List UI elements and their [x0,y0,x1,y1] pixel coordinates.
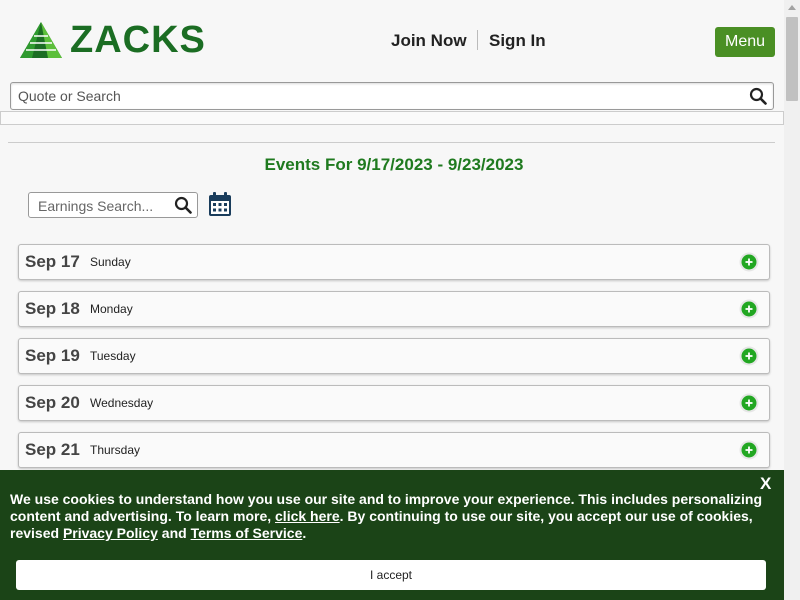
cookie-message: We use cookies to understand how you use… [10,491,770,542]
earnings-search-icon[interactable] [174,196,192,214]
quote-search-input[interactable]: Quote or Search [10,82,774,110]
day-date: Sep 21 [25,440,80,459]
logo-text: ZACKS [70,19,206,61]
site-header: ZACKS Join Now Sign In Menu [0,0,784,80]
sign-in-link[interactable]: Sign In [489,31,546,51]
search-placeholder: Quote or Search [18,88,121,104]
expand-plus-icon[interactable] [739,252,759,272]
day-date: Sep 18 [25,299,80,318]
day-date: Sep 20 [25,393,80,412]
terms-of-service-link[interactable]: Terms of Service [191,525,303,541]
expand-plus-icon[interactable] [739,346,759,366]
day-date: Sep 17 [25,252,80,271]
expand-plus-icon[interactable] [739,393,759,413]
ad-strip [0,111,784,125]
scrollbar-thumb[interactable] [786,17,798,101]
expand-plus-icon[interactable] [739,440,759,460]
menu-button[interactable]: Menu [715,27,775,57]
cookie-text-part: . [302,525,307,541]
accept-cookies-button[interactable]: I accept [16,560,766,590]
scroll-up-arrow-icon[interactable] [787,4,797,12]
events-title: Events For 9/17/2023 - 9/23/2023 [264,155,524,174]
day-weekday: Tuesday [90,349,136,363]
nav-divider [477,30,478,50]
zacks-logo[interactable]: ZACKS [18,20,206,60]
day-weekday: Monday [90,302,133,316]
day-weekday: Sunday [90,255,131,269]
earnings-search-placeholder: Earnings Search... [38,198,154,214]
day-row-sep-20[interactable]: Sep 20 Wednesday [18,385,770,421]
day-weekday: Thursday [90,443,141,457]
earnings-search-input[interactable]: Earnings Search... [28,192,198,218]
cookie-text-part: and [157,525,191,541]
day-row-sep-21[interactable]: Sep 21 Thursday [18,432,770,468]
calendar-icon[interactable] [208,191,232,217]
day-row-sep-19[interactable]: Sep 19 Tuesday [18,338,770,374]
privacy-policy-link[interactable]: Privacy Policy [63,525,158,541]
day-row-sep-18[interactable]: Sep 18 Monday [18,291,770,327]
section-divider [8,142,775,143]
join-now-link[interactable]: Join Now [391,31,467,51]
day-row-sep-17[interactable]: Sep 17 Sunday [18,244,770,280]
day-weekday: Wednesday [90,396,154,410]
expand-plus-icon[interactable] [739,299,759,319]
cookie-banner: X We use cookies to understand how you u… [0,470,784,600]
click-here-link[interactable]: click here [275,508,340,524]
day-date: Sep 19 [25,346,80,365]
search-icon[interactable] [749,87,767,105]
zacks-logo-icon [20,22,62,58]
